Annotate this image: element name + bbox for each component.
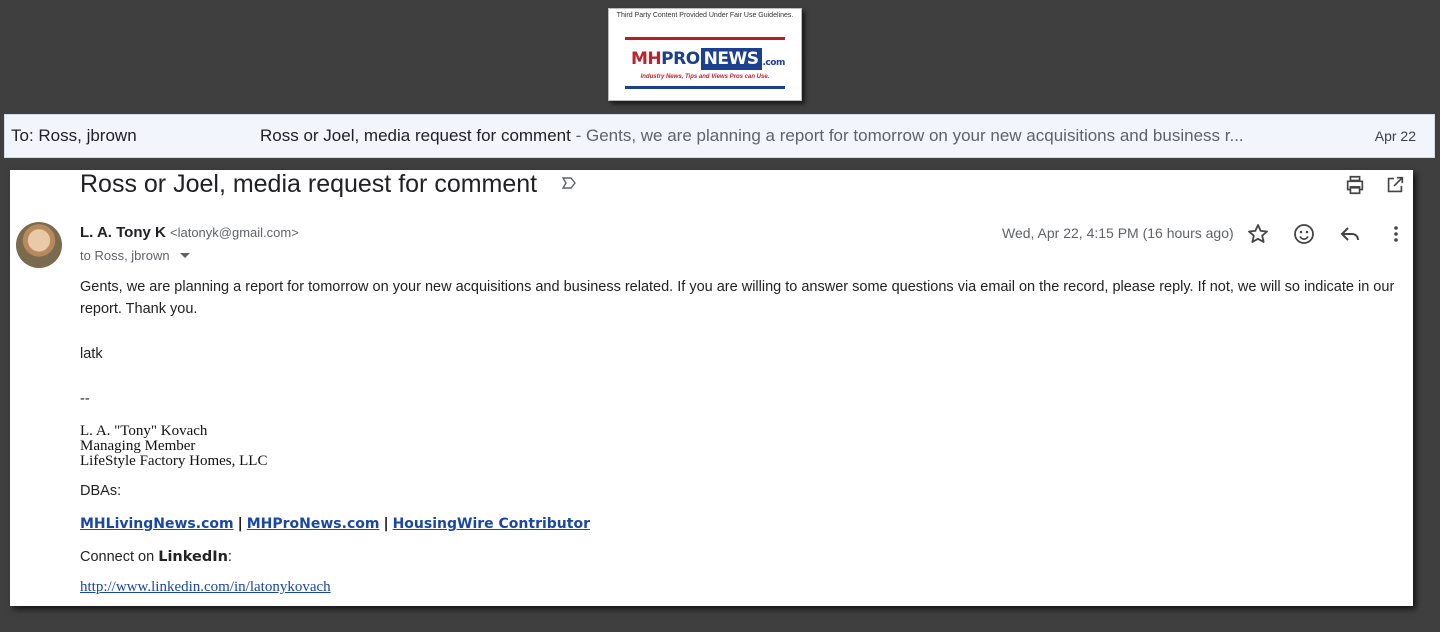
recipients-line[interactable]: to Ross, jbrown bbox=[80, 248, 190, 263]
link-housingwire[interactable]: HousingWire Contributor bbox=[393, 516, 590, 532]
body-signoff: latk bbox=[80, 346, 103, 362]
logo-pro: PRO bbox=[661, 49, 700, 69]
logo-tagline: Industry News, Tips and Views Pros can U… bbox=[640, 74, 770, 80]
reply-icon[interactable] bbox=[1338, 222, 1362, 246]
sender-line: L. A. Tony K <latonyk@gmail.com> bbox=[80, 224, 299, 241]
print-icon[interactable] bbox=[1344, 174, 1366, 196]
more-icon[interactable] bbox=[1384, 222, 1408, 246]
signature-separator: -- bbox=[80, 391, 90, 407]
link-mhpronews[interactable]: MHProNews.com bbox=[247, 516, 380, 532]
logo-wordmark: MH PRO NEWS .com bbox=[631, 47, 785, 71]
signature-block: L. A. "Tony" Kovach Managing Member Life… bbox=[80, 424, 267, 469]
dba-links: MHLivingNews.com | MHProNews.com | HousingWi… bbox=[80, 513, 590, 535]
list-row-subject: Ross or Joel, media request for comment bbox=[260, 126, 571, 145]
logo-news: NEWS bbox=[700, 48, 762, 70]
inbox-list-row[interactable]: To: Ross, jbrown Ross or Joel, media req… bbox=[4, 114, 1435, 158]
signature-company: LifeStyle Factory Homes, LLC bbox=[80, 453, 268, 469]
message-view: Ross or Joel, media request for comment … bbox=[10, 170, 1413, 606]
message-datetime: Wed, Apr 22, 4:15 PM (16 hours ago) bbox=[1002, 225, 1234, 241]
list-row-snippet: - Gents, we are planning a report for to… bbox=[570, 126, 1244, 145]
linkedin-url-link[interactable]: http://www.linkedin.com/in/latonykovach bbox=[80, 576, 331, 598]
logo-com: .com bbox=[762, 58, 786, 68]
link-mhlivingnews[interactable]: MHLivingNews.com bbox=[80, 516, 234, 532]
link-separator: | bbox=[237, 516, 243, 532]
logo-bar-red bbox=[625, 37, 785, 40]
sender-name[interactable]: L. A. Tony K bbox=[80, 224, 166, 241]
logo-mh: MH bbox=[631, 49, 662, 69]
body-paragraph: Gents, we are planning a report for tomo… bbox=[80, 279, 1395, 317]
list-row-recipients: To: Ross, jbrown bbox=[11, 126, 137, 145]
watermark-caption: Third Party Content Provided Under Fair … bbox=[616, 12, 794, 19]
sender-avatar[interactable] bbox=[16, 222, 62, 268]
signature-title: Managing Member bbox=[80, 438, 196, 454]
dbas-label: DBAs: bbox=[80, 483, 122, 499]
connect-line: Connect on LinkedIn: bbox=[80, 546, 232, 568]
emoji-icon[interactable] bbox=[1292, 222, 1316, 246]
connect-linkedin: LinkedIn bbox=[158, 549, 228, 565]
label-icon[interactable] bbox=[561, 176, 577, 190]
sender-email: <latonyk@gmail.com> bbox=[170, 225, 299, 240]
link-separator: | bbox=[383, 516, 389, 532]
message-subject: Ross or Joel, media request for comment bbox=[80, 170, 538, 198]
list-row-subject-line: Ross or Joel, media request for comment … bbox=[260, 126, 1300, 146]
watermark-logo: Third Party Content Provided Under Fair … bbox=[608, 8, 802, 101]
connect-prefix: Connect on bbox=[80, 549, 159, 565]
chevron-down-icon[interactable] bbox=[179, 253, 190, 258]
connect-suffix: : bbox=[227, 549, 232, 565]
logo-bar-blue bbox=[625, 86, 785, 89]
list-row-date: Apr 22 bbox=[1374, 128, 1416, 144]
popout-icon[interactable] bbox=[1384, 174, 1406, 196]
recipients-text: to Ross, jbrown bbox=[80, 248, 170, 263]
star-icon[interactable] bbox=[1246, 222, 1270, 246]
signature-name: L. A. "Tony" Kovach bbox=[80, 423, 208, 439]
